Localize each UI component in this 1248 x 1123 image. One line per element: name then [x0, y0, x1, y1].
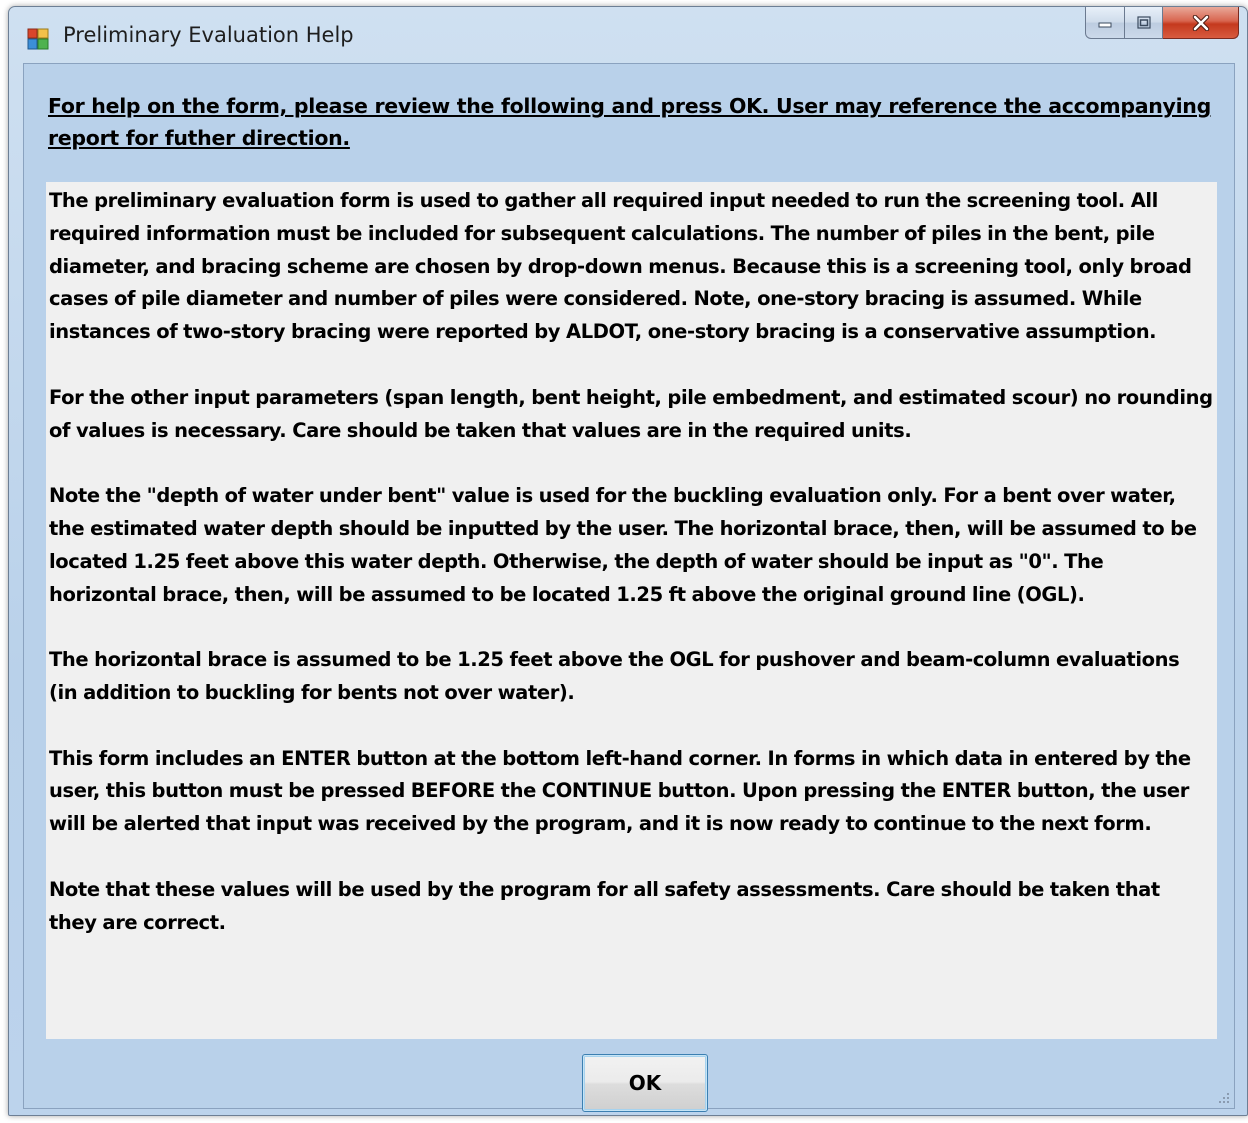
minimize-icon — [1098, 22, 1112, 27]
help-paragraph: For the other input parameters (span len… — [49, 385, 1213, 442]
help-paragraph: This form includes an ENTER button at th… — [49, 746, 1191, 836]
form-client-area: For help on the form, please review the … — [23, 63, 1235, 1112]
help-text-box[interactable]: The preliminary evaluation form is used … — [46, 182, 1217, 1039]
form-icon — [27, 28, 49, 50]
help-paragraph: Note the "depth of water under bent" val… — [49, 484, 1197, 606]
maximize-button[interactable] — [1125, 7, 1163, 39]
help-paragraph: The preliminary evaluation form is used … — [49, 189, 1192, 344]
help-paragraph: The horizontal brace is assumed to be 1.… — [49, 648, 1180, 704]
close-button[interactable] — [1163, 7, 1239, 39]
help-dialog-window: Preliminary Evaluation Help For help on … — [8, 6, 1248, 1116]
help-heading: For help on the form, please review the … — [48, 94, 1211, 150]
minimize-button[interactable] — [1085, 7, 1125, 39]
resize-grip-icon[interactable] — [1218, 1092, 1230, 1104]
title-bar[interactable]: Preliminary Evaluation Help — [9, 7, 1247, 63]
caption-buttons — [1085, 7, 1239, 39]
window-title: Preliminary Evaluation Help — [63, 23, 354, 47]
maximize-icon — [1136, 15, 1151, 29]
ok-button[interactable]: OK — [582, 1054, 708, 1112]
help-paragraph: Note that these values will be used by t… — [49, 877, 1160, 934]
close-icon — [1192, 14, 1209, 31]
